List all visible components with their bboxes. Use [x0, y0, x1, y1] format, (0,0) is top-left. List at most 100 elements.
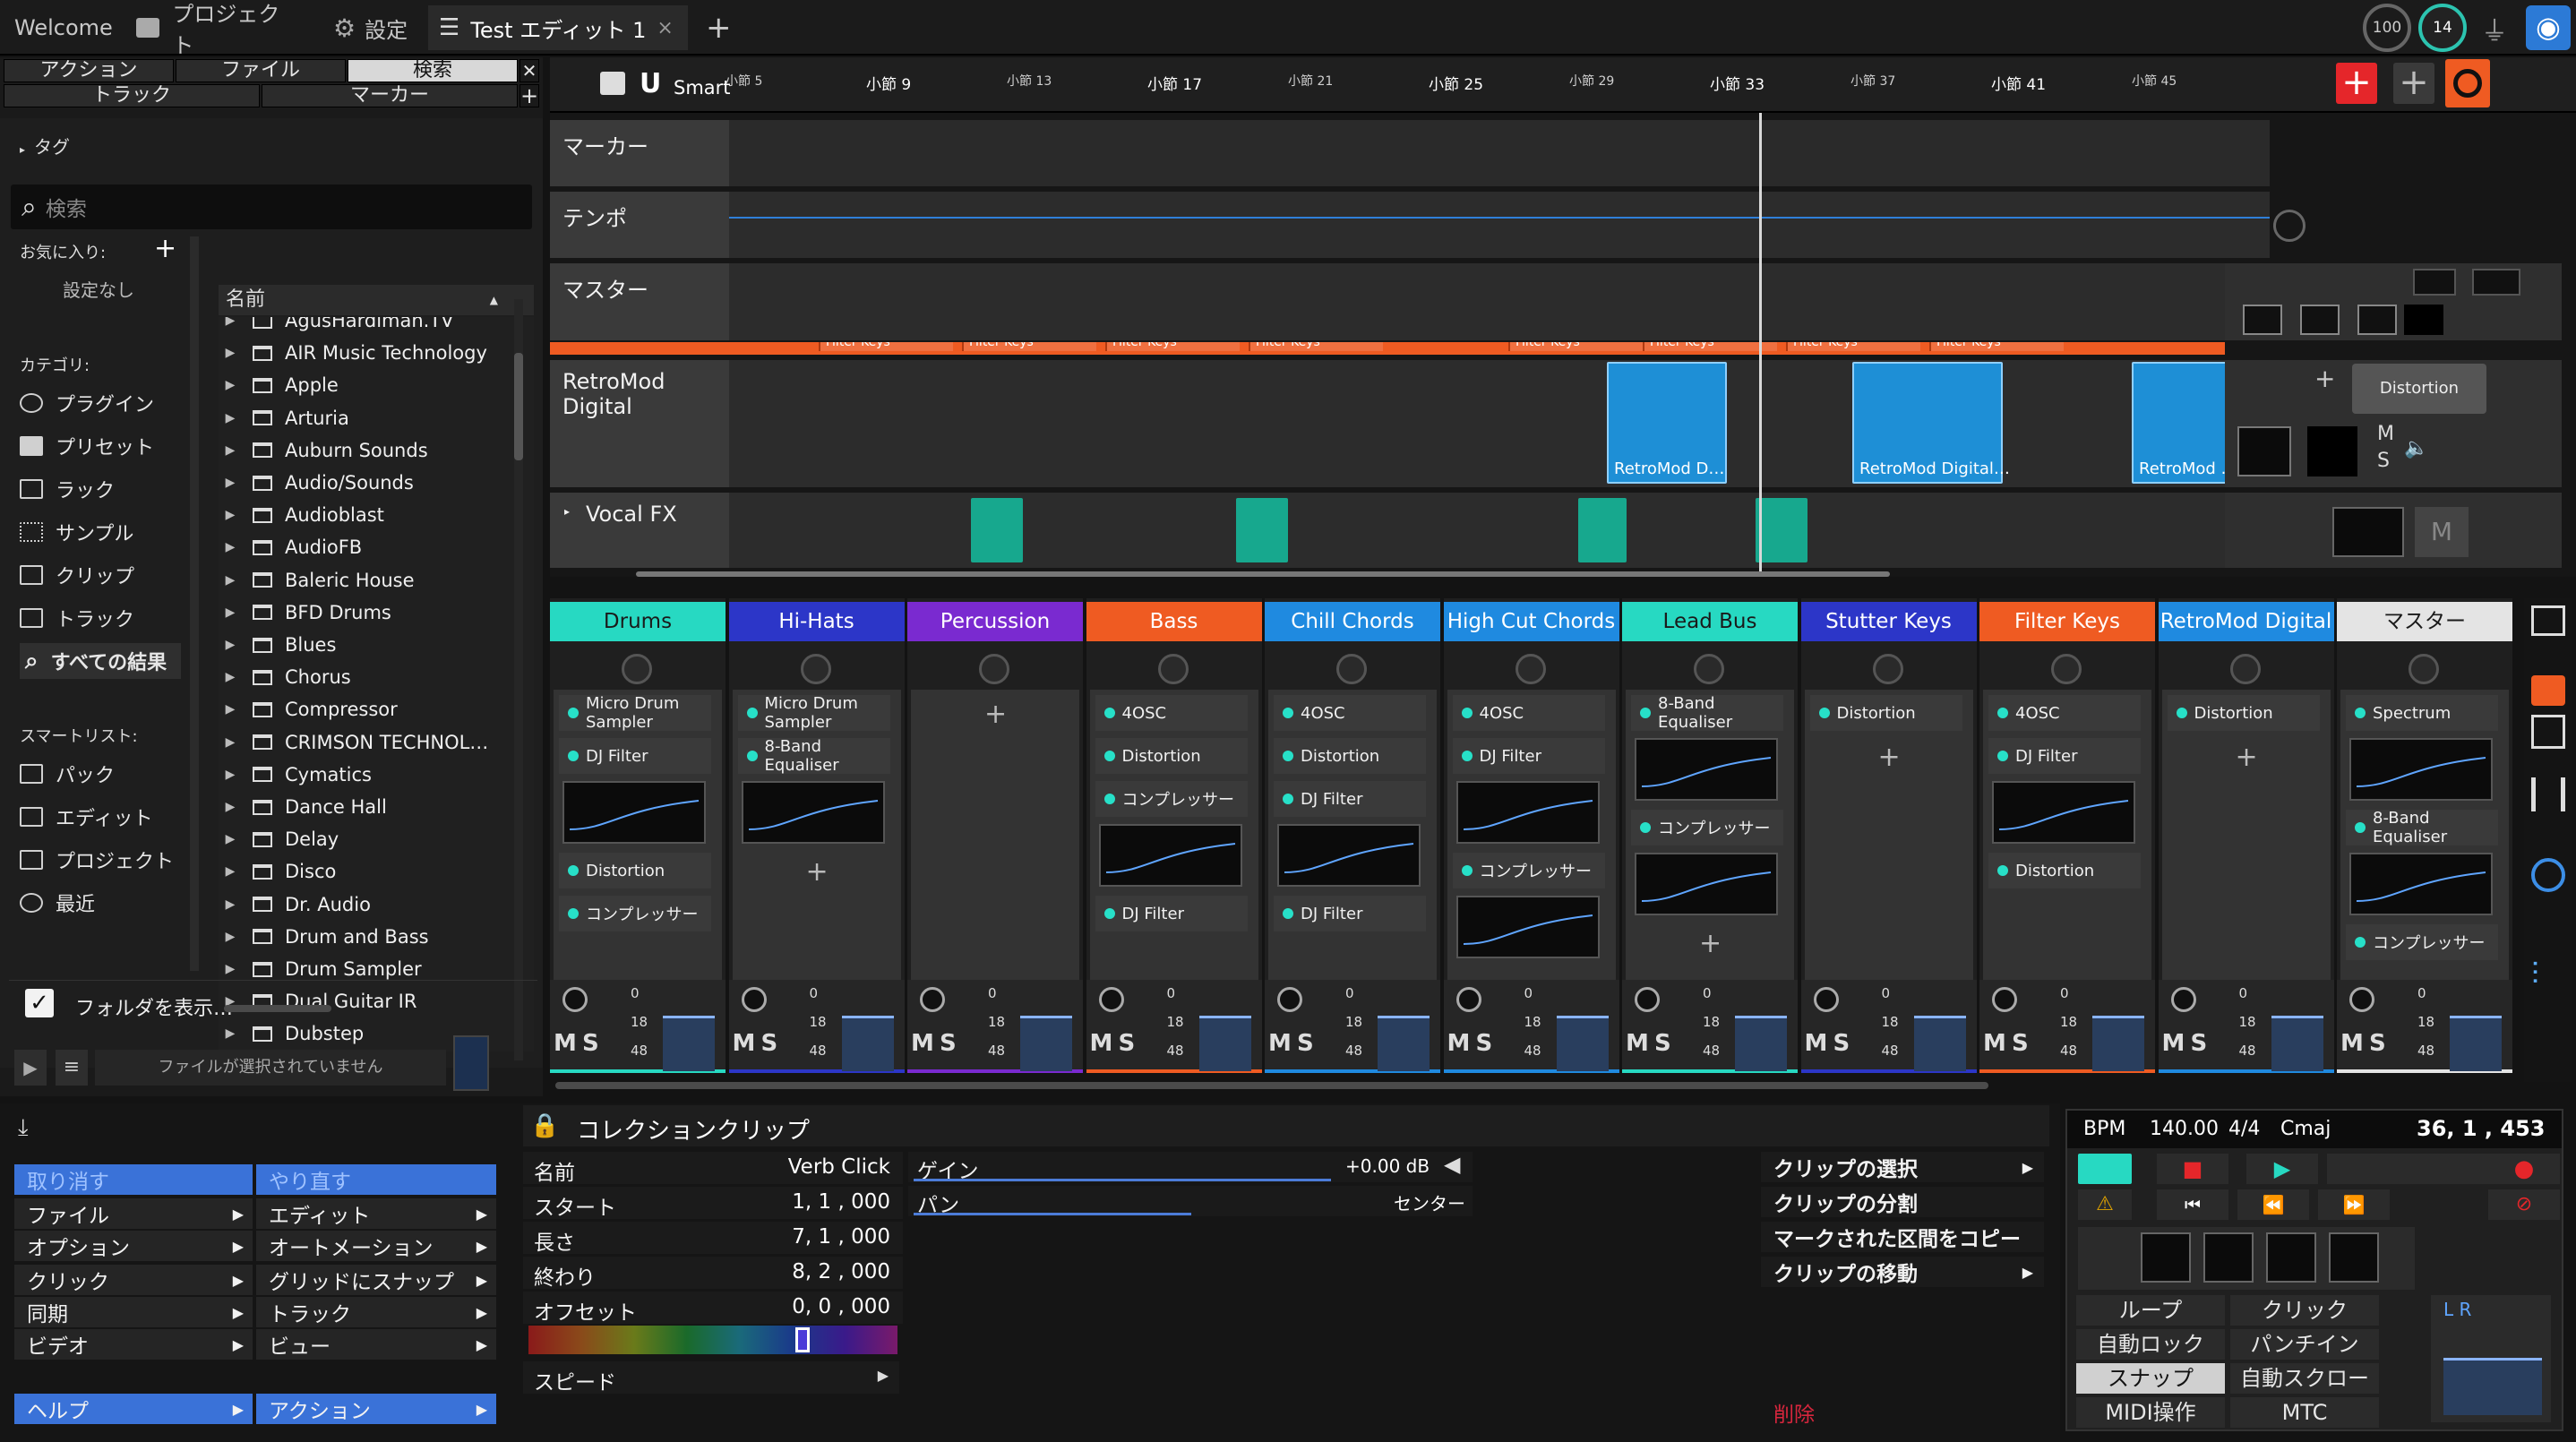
tags-toggle[interactable]: ▸ タグ: [20, 133, 70, 159]
expand-arrow-icon[interactable]: ▶: [219, 346, 242, 360]
list-item[interactable]: ▶ AgusHardiman.TV: [219, 317, 534, 337]
mixer-scrollbar[interactable]: [555, 1082, 1988, 1089]
list-item[interactable]: ▶ Cymatics: [219, 759, 534, 791]
plugin-slot[interactable]: 8-Band Equaliser: [1631, 694, 1783, 732]
list-item[interactable]: ▶ Chorus: [219, 661, 534, 693]
automation-slot[interactable]: [2243, 305, 2282, 335]
record-monitor-button[interactable]: [2445, 59, 2490, 107]
expand-arrow-icon[interactable]: ▶: [219, 411, 242, 425]
list-item[interactable]: ▶ Delay: [219, 823, 534, 855]
color-selector[interactable]: [795, 1327, 810, 1352]
list-item[interactable]: ▶ Apple: [219, 369, 534, 401]
transport-toggle[interactable]: クリック: [2230, 1295, 2379, 1326]
volume-knob[interactable]: [1455, 987, 1481, 1012]
speaker-icon[interactable]: ◀: [1444, 1152, 1460, 1177]
channel-name[interactable]: マスター: [2337, 602, 2512, 641]
plugin-display[interactable]: [1455, 781, 1600, 844]
split-icon[interactable]: [2531, 715, 2565, 749]
solo-button[interactable]: S: [2369, 1030, 2386, 1057]
filter-keys-clip[interactable]: Filter Keys: [962, 342, 1096, 351]
gain-control[interactable]: ゲイン +0.00 dB ◀: [908, 1152, 1473, 1183]
plugin-slot[interactable]: [2413, 269, 2456, 296]
tab-markers[interactable]: マーカー: [262, 84, 518, 107]
clip-property-row[interactable]: スタート 1, 1 , 000: [523, 1187, 903, 1220]
expand-arrow-icon[interactable]: ▶: [219, 768, 242, 782]
transport-toggle[interactable]: 自動スクロール: [2230, 1363, 2379, 1421]
channel-name[interactable]: High Cut Chords: [1443, 602, 1619, 641]
clip-color-picker[interactable]: [528, 1326, 897, 1354]
menu-item[interactable]: やり直す: [256, 1164, 496, 1195]
list-item[interactable]: ▶ Auburn Sounds: [219, 434, 534, 467]
plugin-slot[interactable]: 4OSC: [1274, 695, 1426, 731]
volume-knob[interactable]: [2170, 987, 2196, 1012]
plugin-slot[interactable]: コンプレッサー: [1095, 781, 1248, 817]
expand-arrow-icon[interactable]: ▶: [219, 735, 242, 750]
channel-name[interactable]: Lead Bus: [1622, 602, 1798, 641]
automation-slot[interactable]: [2266, 1232, 2316, 1283]
volume-fader[interactable]: [1556, 1016, 1609, 1071]
plugin-display[interactable]: [1635, 853, 1778, 915]
clip-action[interactable]: クリップの移動 ▶: [1761, 1257, 2044, 1287]
category-presets[interactable]: プリセット: [20, 428, 154, 464]
rewind-start-button[interactable]: ⏮: [2157, 1189, 2228, 1220]
list-item[interactable]: ▶ Dual Guitar IR: [219, 985, 534, 1017]
plugin-display[interactable]: [1277, 824, 1421, 887]
plugin-slot[interactable]: DJ Filter: [1274, 896, 1426, 931]
plugin-slot[interactable]: [2472, 269, 2520, 296]
pan-knob[interactable]: [622, 654, 652, 684]
list-item[interactable]: ▶ Dance Hall: [219, 791, 534, 823]
close-browser-button[interactable]: ✕: [519, 59, 539, 82]
plugin-display[interactable]: [2349, 738, 2493, 801]
category-racks[interactable]: ラック: [20, 471, 115, 507]
plugin-slot[interactable]: コンプレッサー: [1631, 810, 1783, 845]
expand-arrow-icon[interactable]: ▶: [219, 864, 242, 879]
filter-keys-clip[interactable]: Filter Keys: [1786, 342, 1920, 351]
automation-slot[interactable]: [2404, 305, 2443, 335]
smartlist-packs[interactable]: パック: [20, 756, 115, 792]
tab-actions[interactable]: アクション: [4, 59, 174, 82]
plugin-slot[interactable]: Distortion: [559, 853, 711, 888]
volume-knob[interactable]: [1277, 987, 1302, 1012]
list-item[interactable]: ▶ Blues: [219, 629, 534, 661]
play-button[interactable]: ▶: [2246, 1154, 2318, 1184]
channel-name[interactable]: Bass: [1086, 602, 1262, 641]
bpm-value[interactable]: 140.00: [2150, 1118, 2219, 1140]
channel-name[interactable]: Stutter Keys: [1800, 602, 1977, 641]
volume-knob[interactable]: [1098, 987, 1124, 1012]
record-icon[interactable]: [2531, 675, 2565, 706]
plugin-display[interactable]: [562, 781, 706, 844]
pan-knob[interactable]: [2409, 654, 2439, 684]
solo-button[interactable]: S: [2012, 1030, 2029, 1057]
category-samples[interactable]: サンプル: [20, 514, 133, 550]
pan-knob[interactable]: [1336, 654, 1367, 684]
sync-icon[interactable]: [2531, 858, 2565, 892]
expand-arrow-icon[interactable]: ▶: [219, 832, 242, 846]
mute-button[interactable]: M: [1268, 1030, 1292, 1057]
transport-toggle[interactable]: パンチイン: [2230, 1329, 2379, 1360]
volume-fader[interactable]: [1198, 1016, 1251, 1071]
tab-search[interactable]: 検索: [348, 59, 518, 82]
plugin-slot[interactable]: DJ Filter: [1274, 781, 1426, 817]
expand-arrow-icon[interactable]: ▶: [219, 508, 242, 522]
list-item[interactable]: ▶ CRIMSON TECHNOL…: [219, 726, 534, 759]
plugin-slot[interactable]: コンプレッサー: [2346, 924, 2498, 960]
filter-keys-clip[interactable]: Filter Keys: [1508, 342, 1643, 351]
volume-fader[interactable]: [1020, 1016, 1072, 1071]
expand-arrow-icon[interactable]: ▶: [219, 962, 242, 976]
menu-item[interactable]: 取り消す: [14, 1164, 253, 1195]
volume-knob[interactable]: [920, 987, 945, 1012]
channel-name[interactable]: Percussion: [907, 602, 1083, 641]
expand-arrow-icon[interactable]: ▶: [219, 476, 242, 490]
automation-slot[interactable]: [2141, 1232, 2191, 1283]
menu-item[interactable]: ビュー ▶: [256, 1329, 496, 1360]
clip-action[interactable]: クリップの分割: [1761, 1187, 2044, 1217]
tempo-knob[interactable]: [2273, 210, 2306, 242]
tab-files[interactable]: ファイル: [176, 59, 346, 82]
master-lane[interactable]: [729, 263, 2252, 340]
plugin-slot[interactable]: Distortion: [1274, 738, 1426, 774]
filter-keys-clip[interactable]: Filter Keys: [1105, 342, 1240, 351]
pan-knob[interactable]: [800, 654, 831, 684]
menu-item[interactable]: ヘルプ ▶: [14, 1394, 253, 1424]
list-item[interactable]: ▶ BFD Drums: [219, 597, 534, 629]
solo-button[interactable]: S: [1297, 1030, 1314, 1057]
